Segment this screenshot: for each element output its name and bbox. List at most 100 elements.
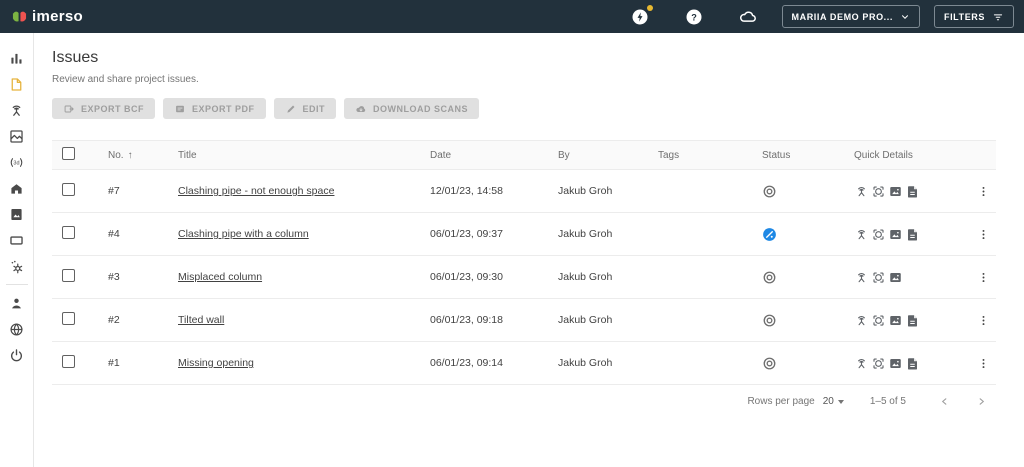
row-date: 06/01/23, 09:14 [430, 357, 558, 369]
row-date: 06/01/23, 09:18 [430, 314, 558, 326]
updates-icon[interactable] [630, 7, 650, 27]
row-checkbox[interactable] [62, 226, 75, 239]
sidebar-item-dashboard[interactable] [0, 45, 34, 71]
issue-title-link[interactable]: Clashing pipe with a column [178, 228, 309, 240]
image-icon[interactable] [888, 270, 903, 285]
issue-title-link[interactable]: Misplaced column [178, 271, 262, 283]
row-checkbox[interactable] [62, 312, 75, 325]
status-in-progress-icon [762, 227, 777, 242]
row-checkbox[interactable] [62, 355, 75, 368]
column-header-status[interactable]: Status [762, 150, 854, 161]
row-checkbox[interactable] [62, 183, 75, 196]
topbar: imerso ? MARIIA DEMO PRO... FILTERS [0, 0, 1024, 33]
note-icon[interactable] [905, 227, 920, 242]
svg-text:3d: 3d [13, 160, 19, 166]
scan-icon[interactable] [854, 227, 869, 242]
model-icon[interactable] [871, 313, 886, 328]
issues-table-body: #7 Clashing pipe - not enough space 12/0… [52, 170, 996, 385]
issue-title-link[interactable]: Tilted wall [178, 314, 224, 326]
row-by: Jakub Groh [558, 228, 658, 240]
row-menu-button[interactable] [976, 355, 990, 371]
svg-text:?: ? [691, 12, 697, 22]
sidebar-item-walls[interactable] [0, 227, 34, 253]
row-date: 06/01/23, 09:30 [430, 271, 558, 283]
issue-title-link[interactable]: Clashing pipe - not enough space [178, 185, 334, 197]
status-open-icon [762, 270, 777, 285]
scan-icon[interactable] [854, 313, 869, 328]
export-pdf-button[interactable]: EXPORT PDF [163, 98, 266, 119]
model-icon[interactable] [871, 270, 886, 285]
row-date: 06/01/23, 09:37 [430, 228, 558, 240]
row-checkbox[interactable] [62, 269, 75, 282]
sidebar-item-media[interactable] [0, 201, 34, 227]
column-header-no[interactable]: No.↑ [108, 150, 178, 161]
sidebar-item-issues[interactable] [0, 71, 34, 97]
project-selector-button[interactable]: MARIIA DEMO PRO... [782, 5, 920, 28]
pdf-icon [174, 103, 186, 115]
sort-ascending-icon: ↑ [128, 150, 133, 161]
table-row: #3 Misplaced column 06/01/23, 09:30 Jaku… [52, 256, 996, 299]
rows-per-page-select[interactable]: 20 [823, 396, 844, 407]
sidebar-item-3d-view[interactable]: 3d [0, 149, 34, 175]
sidebar-item-profile[interactable] [0, 290, 34, 316]
previous-page-button[interactable] [930, 394, 959, 409]
column-header-date[interactable]: Date [430, 150, 558, 161]
help-icon[interactable]: ? [684, 7, 704, 27]
imerso-logo-icon [12, 10, 27, 23]
issue-title-link[interactable]: Missing opening [178, 357, 254, 369]
scan-icon[interactable] [854, 270, 869, 285]
row-by: Jakub Groh [558, 271, 658, 283]
threed-icon: 3d [8, 154, 25, 171]
bar-chart-icon [8, 50, 25, 67]
column-header-by[interactable]: By [558, 150, 658, 161]
cloud-icon[interactable] [738, 7, 758, 27]
quick-details [854, 270, 958, 285]
column-header-tags[interactable]: Tags [658, 150, 762, 161]
table-row: #2 Tilted wall 06/01/23, 09:18 Jakub Gro… [52, 299, 996, 342]
next-page-button[interactable] [967, 394, 996, 409]
scan-icon[interactable] [854, 184, 869, 199]
note-icon[interactable] [905, 313, 920, 328]
rows-per-page-label: Rows per page [747, 396, 814, 407]
download-scans-button[interactable]: DOWNLOAD SCANS [344, 98, 479, 119]
sidebar-divider [6, 284, 28, 285]
filters-button[interactable]: FILTERS [934, 5, 1014, 28]
select-all-checkbox[interactable] [62, 147, 75, 160]
image-icon[interactable] [888, 227, 903, 242]
row-by: Jakub Groh [558, 357, 658, 369]
column-header-title[interactable]: Title [178, 150, 430, 161]
sidebar-item-scans[interactable] [0, 97, 34, 123]
image-icon[interactable] [888, 313, 903, 328]
image-icon[interactable] [888, 356, 903, 371]
export-bcf-button[interactable]: EXPORT BCF [52, 98, 155, 119]
image-icon[interactable] [888, 184, 903, 199]
quick-details [854, 356, 958, 371]
chevron-down-icon [900, 12, 910, 22]
row-menu-button[interactable] [976, 226, 990, 242]
sidebar-item-buildings[interactable] [0, 175, 34, 201]
building-icon [8, 180, 25, 197]
filter-icon [992, 11, 1004, 23]
sidebar-item-images[interactable] [0, 123, 34, 149]
sidebar-item-language[interactable] [0, 316, 34, 342]
toolbar: EXPORT BCF EXPORT PDF EDIT DOWNLOAD SCAN… [52, 98, 996, 119]
row-menu-button[interactable] [976, 183, 990, 199]
export-icon [63, 103, 75, 115]
edit-button[interactable]: EDIT [274, 98, 337, 119]
note-icon[interactable] [905, 184, 920, 199]
scan-icon[interactable] [854, 356, 869, 371]
model-icon[interactable] [871, 184, 886, 199]
sidebar-item-automation[interactable] [0, 253, 34, 279]
row-no: #3 [108, 271, 178, 283]
status-open-icon [762, 313, 777, 328]
model-icon[interactable] [871, 227, 886, 242]
note-icon[interactable] [905, 356, 920, 371]
quick-details [854, 184, 958, 199]
pagination-range: 1–5 of 5 [870, 396, 906, 407]
sidebar-item-logout[interactable] [0, 342, 34, 368]
row-menu-button[interactable] [976, 269, 990, 285]
row-menu-button[interactable] [976, 312, 990, 328]
imerso-logo[interactable]: imerso [12, 8, 83, 25]
row-by: Jakub Groh [558, 314, 658, 326]
model-icon[interactable] [871, 356, 886, 371]
